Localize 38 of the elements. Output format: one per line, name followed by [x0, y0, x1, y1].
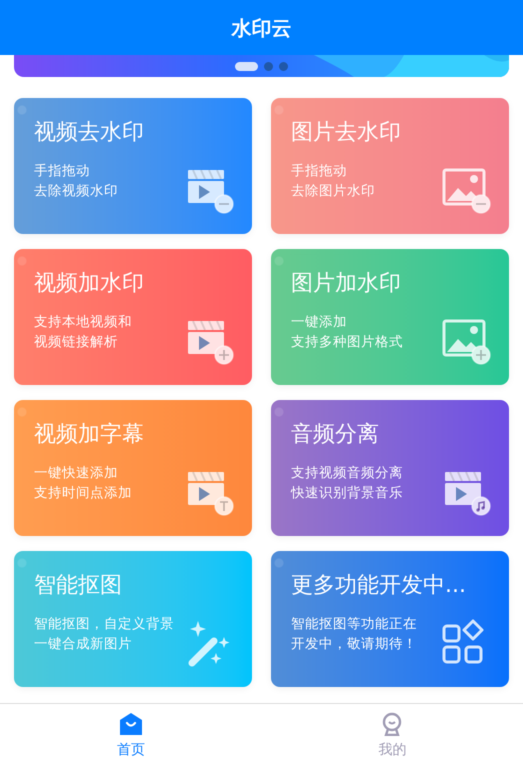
card-description: 一键合成新图片 — [34, 635, 132, 654]
card-description: 支持本地视频和 — [34, 313, 132, 332]
card-title: 音频分离 — [291, 421, 380, 449]
card-description: 支持时间点添加 — [34, 484, 132, 503]
card-title: 图片去水印 — [291, 119, 402, 147]
feature-card[interactable]: 图片去水印 手指拖动 去除图片水印 — [271, 98, 509, 234]
card-description: 手指拖动 — [34, 162, 90, 181]
feature-card[interactable]: 音频分离 支持视频音频分离 快速识别背景音乐 — [271, 400, 509, 536]
image-minus-icon — [441, 166, 491, 216]
card-title: 视频加字幕 — [34, 421, 145, 449]
card-description: 支持视频音频分离 — [291, 464, 403, 483]
card-description: 智能抠图，自定义背景 — [34, 615, 174, 634]
card-title: 视频加水印 — [34, 270, 145, 298]
tab-button[interactable]: 首页 — [0, 704, 262, 765]
card-description: 去除视频水印 — [34, 182, 118, 201]
feature-card[interactable]: 智能抠图 智能抠图，自定义背景 一键合成新图片 — [14, 551, 252, 687]
card-description: 快速识别背景音乐 — [291, 484, 403, 503]
tab-button[interactable]: 我的 — [262, 704, 523, 765]
card-title: 智能抠图 — [34, 572, 123, 600]
card-title: 视频去水印 — [34, 119, 145, 147]
card-description: 一键添加 — [291, 313, 347, 332]
feature-card[interactable]: 视频去水印 手指拖动 去除视频水印 — [14, 98, 252, 234]
card-description: 视频链接解析 — [34, 333, 118, 352]
feature-card[interactable]: 视频加字幕 一键快速添加 支持时间点添加 — [14, 400, 252, 536]
feature-card[interactable]: 更多功能开发中... 智能抠图等功能正在 开发中，敬请期待！ — [271, 551, 509, 687]
card-description: 手指拖动 — [291, 162, 347, 181]
image-plus-icon — [441, 317, 491, 367]
feature-card[interactable]: 图片加水印 一键添加 支持多种图片格式 — [271, 249, 509, 385]
card-description: 去除图片水印 — [291, 182, 375, 201]
card-description: 智能抠图等功能正在 — [291, 615, 417, 634]
card-description: 支持多种图片格式 — [291, 333, 403, 352]
card-description: 开发中，敬请期待！ — [291, 635, 417, 654]
app-title: 水印云 — [232, 14, 292, 42]
card-title: 图片加水印 — [291, 270, 402, 298]
card-description: 一键快速添加 — [34, 464, 118, 483]
card-title: 更多功能开发中... — [291, 572, 467, 600]
feature-card[interactable]: 视频加水印 支持本地视频和 视频链接解析 — [14, 249, 252, 385]
home-icon — [118, 712, 143, 736]
